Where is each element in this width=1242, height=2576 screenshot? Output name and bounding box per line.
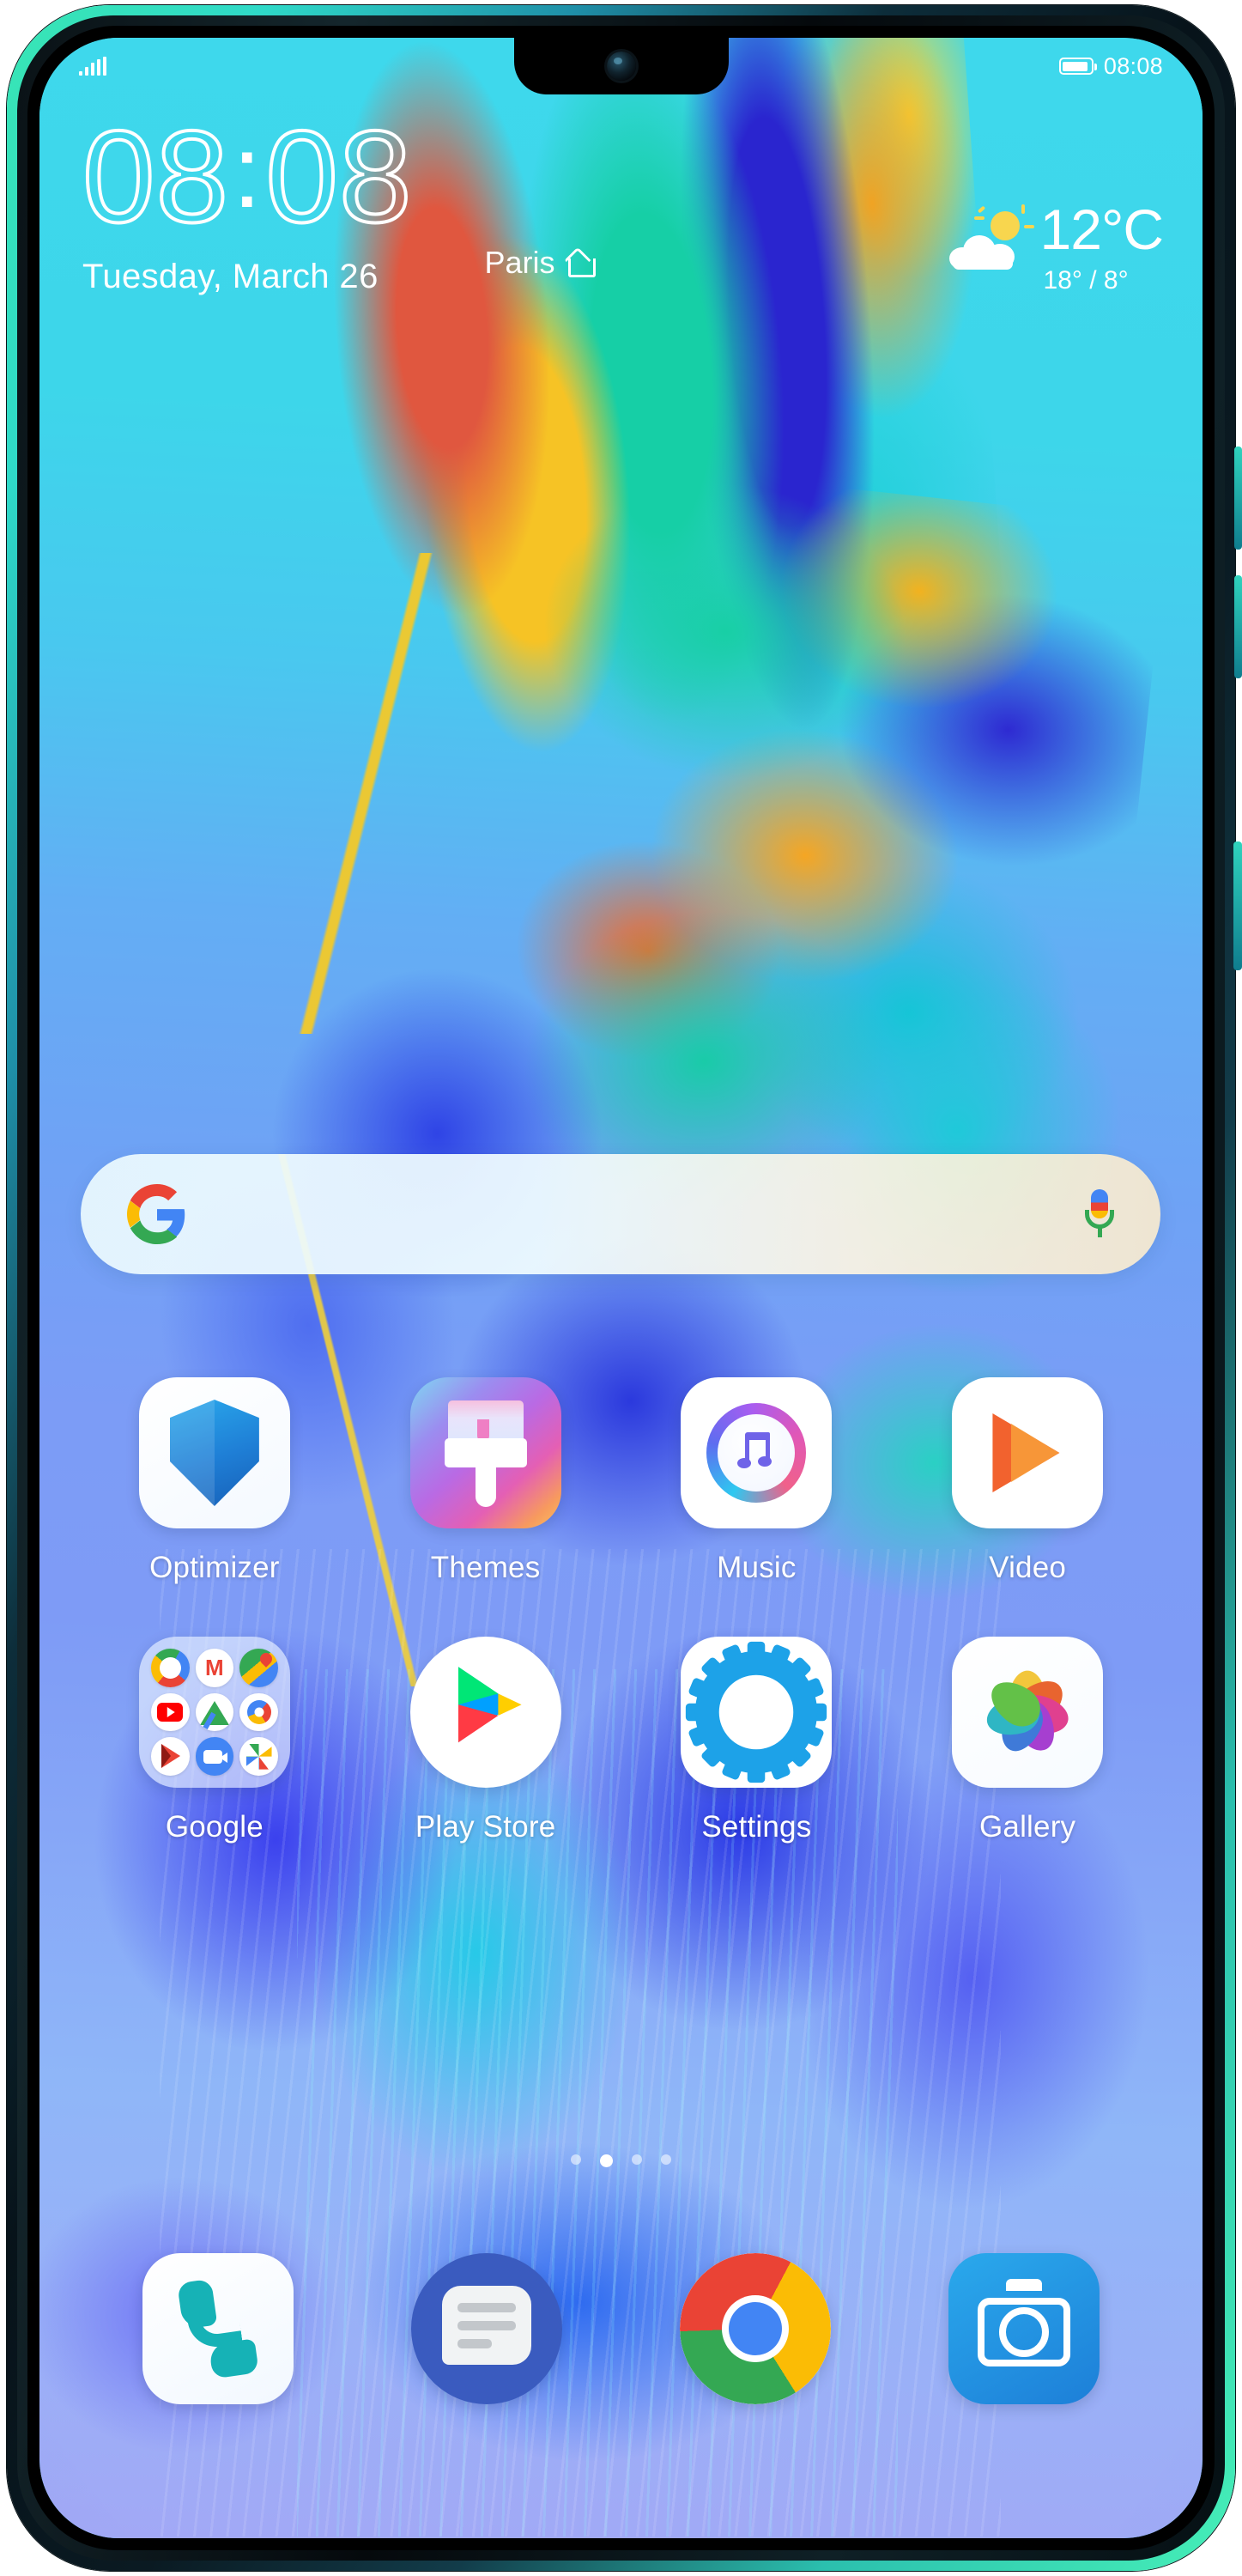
clock-widget[interactable]: 08 : 08 Paris Tuesday, March 26: [81, 104, 596, 296]
play-triangle-icon[interactable]: [952, 1377, 1104, 1528]
play-movies-icon: [150, 1737, 190, 1776]
google-duo-icon: [195, 1737, 234, 1776]
app-settings[interactable]: Settings: [621, 1637, 893, 1844]
weather-high-low: 18° / 8°: [1043, 266, 1129, 295]
google-maps-icon: [239, 1649, 278, 1687]
google-g-icon: [127, 1184, 187, 1244]
clock-hours: 08: [81, 104, 230, 250]
gear-icon[interactable]: [681, 1637, 833, 1788]
dock: [39, 2253, 1203, 2404]
google-search-icon: [150, 1649, 190, 1687]
phone-screen[interactable]: 08:08 08 : 08 Paris Tuesday, March 26 12…: [39, 38, 1203, 2538]
phone-handset-icon[interactable]: [142, 2253, 294, 2404]
app-music[interactable]: Music: [621, 1377, 893, 1585]
app-label: Settings: [701, 1810, 812, 1844]
dock-item-camera[interactable]: [948, 2253, 1100, 2404]
clock-time: 08 : 08: [81, 104, 414, 250]
home-icon: [566, 250, 596, 277]
sun-behind-cloud-icon: [948, 204, 1034, 278]
app-label: Video: [989, 1551, 1067, 1584]
clock-minutes: 08: [264, 104, 413, 250]
weather-temperature: 12°C: [1039, 197, 1164, 261]
music-note-icon[interactable]: [681, 1377, 833, 1528]
page-indicator: [39, 2154, 1203, 2167]
app-label: Google: [165, 1810, 264, 1844]
clock-city-row: Paris: [484, 245, 596, 281]
google-podcasts-icon: [239, 1692, 278, 1732]
status-bar-time: 08:08: [1103, 52, 1163, 79]
app-themes[interactable]: Themes: [350, 1377, 621, 1585]
page-dot[interactable]: [571, 2154, 581, 2165]
page-dot-active[interactable]: [600, 2154, 613, 2167]
shield-icon[interactable]: [138, 1377, 290, 1528]
dock-item-phone[interactable]: [142, 2253, 294, 2404]
app-grid: Optimizer Themes Music Video M Google Pl…: [39, 1377, 1203, 1844]
clock-date: Tuesday, March 26: [82, 258, 379, 295]
dock-item-chrome[interactable]: [679, 2253, 831, 2404]
google-folder-icon[interactable]: [138, 1637, 290, 1788]
play-store-icon[interactable]: [409, 1637, 561, 1788]
camera-icon[interactable]: [948, 2253, 1100, 2404]
page-dot[interactable]: [632, 2154, 642, 2165]
signal-bars-icon: [79, 57, 106, 76]
app-optimizer[interactable]: Optimizer: [79, 1377, 350, 1585]
status-bar: 08:08: [39, 38, 1203, 94]
app-play-store[interactable]: Play Store: [350, 1637, 621, 1844]
chrome-icon[interactable]: [679, 2253, 831, 2404]
top-widget-area: 08 : 08 Paris Tuesday, March 26 12°C 18°…: [39, 104, 1203, 361]
page-dot[interactable]: [661, 2154, 671, 2165]
paintbrush-icon[interactable]: [409, 1377, 561, 1528]
app-label: Gallery: [978, 1810, 1076, 1844]
app-label: Play Store: [415, 1810, 556, 1844]
phone-device: 08:08 08 : 08 Paris Tuesday, March 26 12…: [0, 0, 1242, 2576]
app-row-2: Google P: [79, 1637, 1163, 1844]
google-photos-icon: [239, 1737, 278, 1776]
battery-icon: [1058, 58, 1097, 75]
app-label: Themes: [430, 1551, 541, 1584]
clock-colon: :: [233, 114, 263, 229]
app-video[interactable]: Video: [892, 1377, 1163, 1585]
volume-up-button[interactable]: [1234, 447, 1242, 550]
app-gallery[interactable]: Gallery: [892, 1637, 1163, 1844]
app-label: Optimizer: [149, 1551, 280, 1584]
clock-city: Paris: [484, 245, 555, 280]
volume-down-button[interactable]: [1234, 575, 1242, 678]
google-search-bar[interactable]: [81, 1154, 1160, 1274]
power-button[interactable]: [1233, 841, 1242, 970]
weather-widget[interactable]: 12°C 18° / 8°: [948, 197, 1164, 295]
gmail-icon: [195, 1649, 234, 1687]
message-bubble-icon[interactable]: [411, 2253, 563, 2404]
app-google-folder[interactable]: Google: [79, 1637, 350, 1844]
microphone-icon[interactable]: [1085, 1188, 1114, 1241]
youtube-icon: [150, 1692, 190, 1732]
app-label: Music: [717, 1551, 797, 1584]
app-row-1: Optimizer Themes Music Video: [79, 1377, 1163, 1585]
flower-icon[interactable]: [952, 1637, 1104, 1788]
dock-item-messages[interactable]: [411, 2253, 563, 2404]
google-drive-icon: [195, 1692, 234, 1732]
